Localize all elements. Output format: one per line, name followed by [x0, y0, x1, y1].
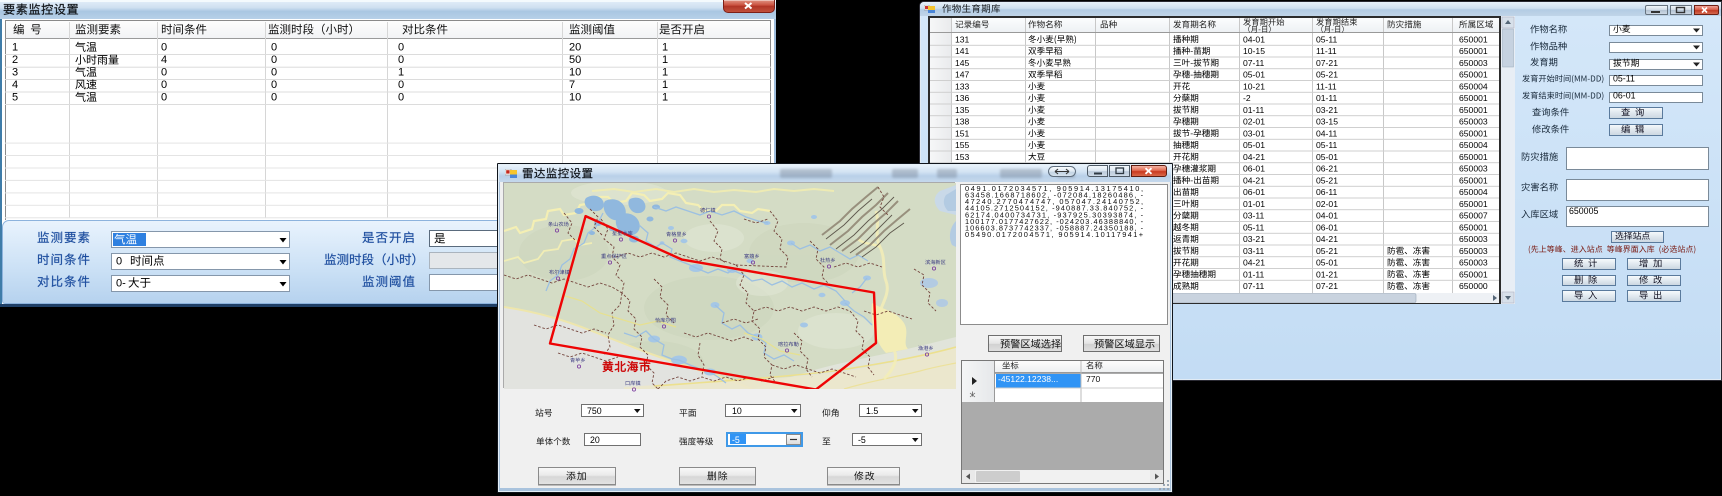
svg-text:-45122.12238...: -45122.12238...: [998, 374, 1058, 384]
svg-text:-5: -5: [858, 435, 866, 445]
svg-text:10: 10: [732, 406, 742, 416]
svg-text:770: 770: [1086, 374, 1101, 384]
svg-text:1.5: 1.5: [866, 406, 878, 416]
svg-text:20: 20: [590, 435, 600, 445]
svg-text:750: 750: [587, 406, 602, 416]
svg-text:-5: -5: [732, 435, 740, 445]
